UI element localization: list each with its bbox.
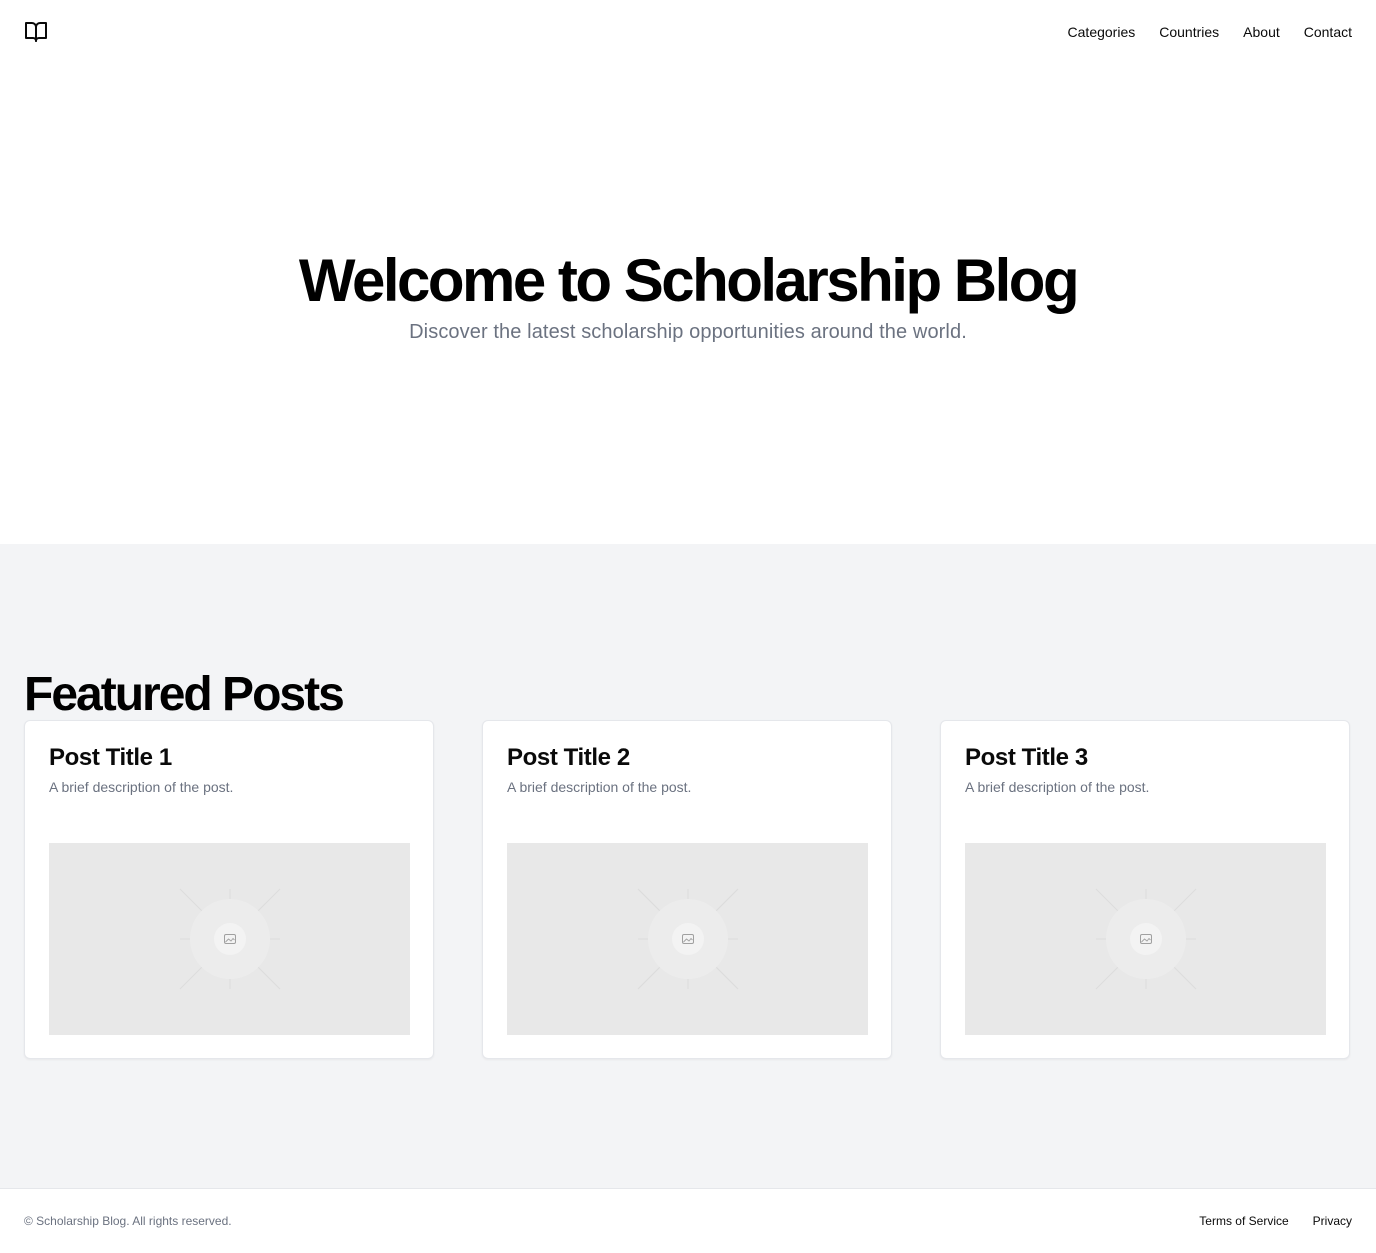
post-image bbox=[49, 843, 410, 1035]
nav-link-categories[interactable]: Categories bbox=[1068, 24, 1136, 40]
post-description: A brief description of the post. bbox=[49, 779, 234, 796]
post-description: A brief description of the post. bbox=[965, 779, 1150, 796]
post-title[interactable]: Post Title 1 bbox=[49, 744, 409, 771]
footer-link-privacy[interactable]: Privacy bbox=[1313, 1214, 1352, 1228]
site-header: Categories Countries About Contact bbox=[0, 0, 1376, 64]
post-image bbox=[507, 843, 868, 1035]
main-nav: Categories Countries About Contact bbox=[1068, 24, 1352, 40]
post-image bbox=[965, 843, 1326, 1035]
hero-title: Welcome to Scholarship Blog bbox=[298, 246, 1080, 314]
nav-link-contact[interactable]: Contact bbox=[1304, 24, 1352, 40]
post-card[interactable]: Post Title 2 A brief description of the … bbox=[482, 720, 892, 1059]
footer-links: Terms of Service Privacy bbox=[1199, 1214, 1352, 1228]
home-logo-link[interactable] bbox=[24, 20, 48, 44]
hero-subtitle: Discover the latest scholarship opportun… bbox=[409, 320, 967, 343]
post-card-list: Post Title 1 A brief description of the … bbox=[24, 720, 1352, 1059]
footer-link-terms[interactable]: Terms of Service bbox=[1199, 1214, 1288, 1228]
book-open-icon bbox=[25, 22, 47, 42]
image-placeholder-icon bbox=[1095, 888, 1197, 990]
post-title[interactable]: Post Title 3 bbox=[965, 744, 1325, 771]
image-placeholder-icon bbox=[637, 888, 739, 990]
post-card[interactable]: Post Title 3 A brief description of the … bbox=[940, 720, 1350, 1059]
post-card[interactable]: Post Title 1 A brief description of the … bbox=[24, 720, 434, 1059]
copyright-text: © Scholarship Blog. All rights reserved. bbox=[24, 1214, 232, 1228]
nav-link-about[interactable]: About bbox=[1243, 24, 1280, 40]
post-description: A brief description of the post. bbox=[507, 779, 692, 796]
featured-posts-section: Featured Posts Post Title 1 A brief desc… bbox=[0, 544, 1376, 1188]
featured-posts-heading: Featured Posts bbox=[24, 668, 345, 721]
hero-section: Welcome to Scholarship Blog Discover the… bbox=[0, 64, 1376, 544]
site-footer: © Scholarship Blog. All rights reserved.… bbox=[0, 1188, 1376, 1253]
image-placeholder-icon bbox=[179, 888, 281, 990]
nav-link-countries[interactable]: Countries bbox=[1159, 24, 1219, 40]
post-title[interactable]: Post Title 2 bbox=[507, 744, 867, 771]
